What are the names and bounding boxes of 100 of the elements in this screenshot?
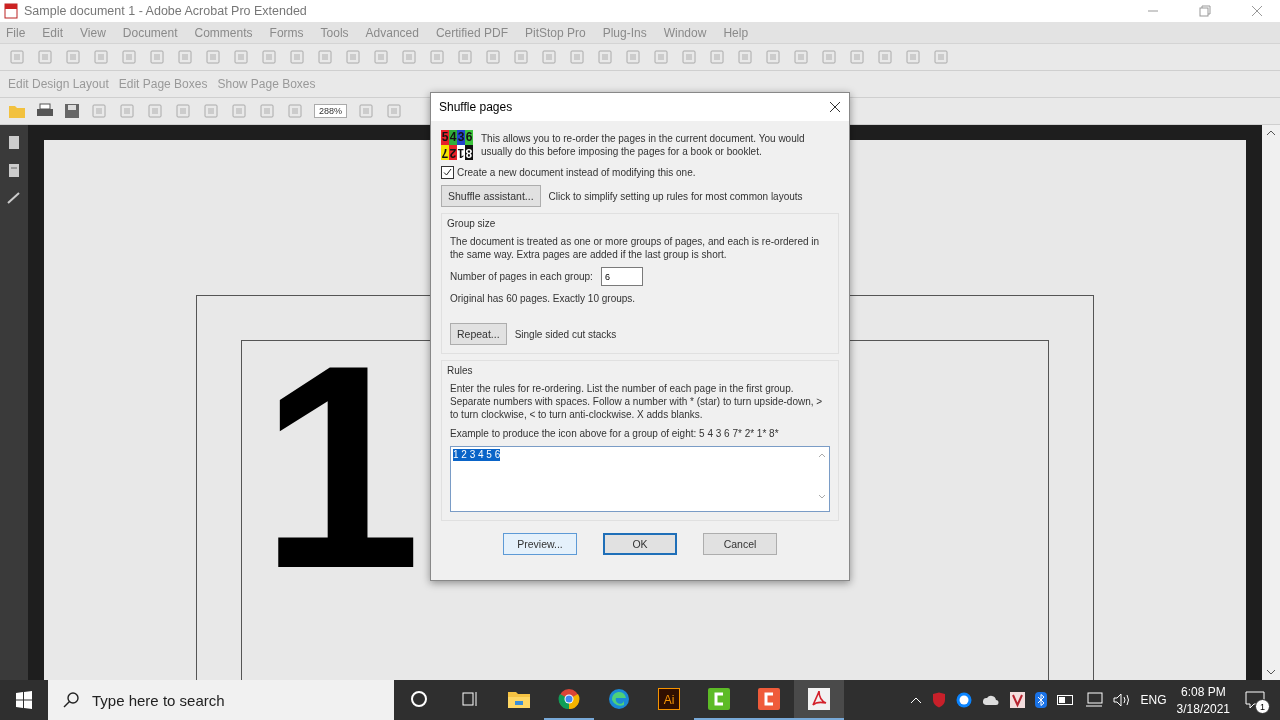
menu-item[interactable]: Document bbox=[122, 25, 178, 40]
shield-icon[interactable] bbox=[931, 692, 946, 708]
task-view-icon[interactable] bbox=[460, 690, 478, 708]
pages-per-group-field[interactable]: 6 bbox=[600, 267, 643, 286]
menu-item[interactable]: Plug-Ins bbox=[602, 25, 647, 40]
bluetooth-icon[interactable] bbox=[1034, 692, 1047, 708]
toolbar-button[interactable]: Show Page Boxes bbox=[217, 77, 316, 91]
toolbar-icon[interactable] bbox=[146, 102, 164, 120]
menu-item[interactable]: File bbox=[6, 25, 26, 40]
signature-icon[interactable] bbox=[7, 191, 21, 205]
toolbar-icon[interactable] bbox=[624, 48, 642, 66]
menu-item[interactable]: Help bbox=[723, 25, 749, 40]
menu-item[interactable]: Advanced bbox=[365, 25, 419, 40]
toolbar-icon[interactable] bbox=[932, 48, 950, 66]
toolbar-icon[interactable] bbox=[484, 48, 502, 66]
save-icon[interactable] bbox=[64, 103, 80, 119]
toolbar-icon[interactable] bbox=[428, 48, 446, 66]
toolbar-icon[interactable] bbox=[820, 48, 838, 66]
dialog-button[interactable]: OK bbox=[603, 533, 677, 555]
scrollbar[interactable] bbox=[1262, 125, 1280, 680]
notification-icon[interactable] bbox=[1245, 691, 1265, 709]
toolbar-icon[interactable] bbox=[176, 48, 194, 66]
toolbar-icon[interactable] bbox=[736, 48, 754, 66]
menu-item[interactable]: Certified PDF bbox=[435, 25, 508, 40]
checkbox[interactable] bbox=[441, 166, 454, 179]
pages-icon[interactable] bbox=[7, 163, 21, 179]
repeat-button[interactable]: Repeat... bbox=[450, 323, 507, 345]
clock[interactable]: 6:08 PM 3/18/2021 bbox=[1176, 684, 1230, 716]
printer-icon[interactable] bbox=[36, 103, 54, 119]
rules-field[interactable]: 1 2 3 4 5 6 bbox=[450, 446, 830, 512]
toolbar-button[interactable]: Edit Page Boxes bbox=[118, 77, 208, 91]
toolbar-icon[interactable] bbox=[764, 48, 782, 66]
toolbar-icon[interactable] bbox=[90, 102, 108, 120]
network-icon[interactable] bbox=[1084, 692, 1103, 708]
menu-item[interactable]: Comments bbox=[194, 25, 253, 40]
vpn-icon[interactable] bbox=[1009, 692, 1025, 708]
toolbar-icon[interactable] bbox=[232, 48, 250, 66]
toolbar-icon[interactable] bbox=[36, 48, 54, 66]
toolbar-icon[interactable] bbox=[202, 102, 220, 120]
menu-item[interactable]: View bbox=[80, 25, 106, 40]
toolbar-icon[interactable] bbox=[258, 102, 276, 120]
zoom-field[interactable]: 288% bbox=[314, 104, 348, 118]
battery-icon[interactable] bbox=[1056, 695, 1075, 705]
toolbar-icon[interactable] bbox=[680, 48, 698, 66]
toolbar-icon[interactable] bbox=[385, 102, 404, 120]
page-number-text: 1 bbox=[260, 321, 422, 611]
toolbar-icon[interactable] bbox=[596, 48, 614, 66]
toolbar-icon[interactable] bbox=[708, 48, 726, 66]
toolbar-icon[interactable] bbox=[286, 102, 304, 120]
toolbar-icon[interactable] bbox=[8, 48, 26, 66]
close-icon[interactable] bbox=[829, 101, 841, 113]
pages-icon[interactable] bbox=[7, 135, 21, 151]
toolbar-icon[interactable] bbox=[288, 48, 306, 66]
toolbar-icon[interactable] bbox=[540, 48, 558, 66]
menu-item[interactable]: Tools bbox=[320, 25, 349, 40]
shuffle-assistant-button[interactable]: Shuffle assistant... bbox=[441, 185, 541, 207]
menu-item[interactable]: PitStop Pro bbox=[524, 25, 586, 40]
speaker-icon[interactable] bbox=[1112, 693, 1131, 707]
taskbar-app-button[interactable] bbox=[794, 680, 844, 720]
toolbar-icon[interactable] bbox=[456, 48, 474, 66]
toolbar-icon[interactable] bbox=[848, 48, 866, 66]
toolbar-icon[interactable] bbox=[568, 48, 586, 66]
scroll-down-icon[interactable] bbox=[1266, 668, 1276, 676]
toolbar-icon[interactable] bbox=[792, 48, 810, 66]
dialog-button[interactable]: Preview... bbox=[503, 533, 577, 555]
toolbar-icon[interactable] bbox=[372, 48, 390, 66]
toolbar-button[interactable]: Edit Design Layout bbox=[8, 77, 109, 91]
dialog-button[interactable]: Cancel bbox=[703, 533, 777, 555]
toolbar-icon[interactable] bbox=[512, 48, 530, 66]
toolbar-icon[interactable] bbox=[652, 48, 670, 66]
toolbar-icon[interactable] bbox=[204, 48, 222, 66]
toolbar-icon[interactable] bbox=[120, 48, 138, 66]
menu-item[interactable]: Edit bbox=[42, 25, 64, 40]
toolbar-icon[interactable] bbox=[904, 48, 922, 66]
menu-item[interactable]: Forms bbox=[269, 25, 304, 40]
search-field[interactable]: Type here to search bbox=[48, 680, 394, 720]
page-digit: 6 bbox=[465, 130, 473, 145]
cortana-icon[interactable] bbox=[410, 690, 428, 708]
toolbar-icon[interactable] bbox=[148, 48, 166, 66]
toolbar-icon[interactable] bbox=[260, 48, 278, 66]
scroll-up-icon[interactable] bbox=[1266, 129, 1276, 137]
toolbar-icon[interactable] bbox=[64, 48, 82, 66]
cloud-icon[interactable] bbox=[981, 694, 1000, 706]
taskbar-app-button[interactable]: Ai bbox=[644, 680, 694, 720]
toolbar-icon[interactable] bbox=[357, 102, 376, 120]
toolbar-icon[interactable] bbox=[118, 102, 136, 120]
toolbar-icon[interactable] bbox=[174, 102, 192, 120]
language-indicator[interactable]: ENG bbox=[1140, 693, 1167, 707]
dialog-title: Shuffle pages bbox=[439, 100, 513, 114]
toolbar-icon[interactable] bbox=[344, 48, 362, 66]
toolbar-icon[interactable] bbox=[876, 48, 894, 66]
toolbar-icon[interactable] bbox=[92, 48, 110, 66]
toolbar-icon[interactable] bbox=[230, 102, 248, 120]
menu-item[interactable]: Window bbox=[663, 25, 707, 40]
chevron-up-icon[interactable] bbox=[909, 696, 922, 704]
page-digit: 7 bbox=[441, 145, 449, 160]
toolbar-icon[interactable] bbox=[400, 48, 418, 66]
toolbar-icon[interactable] bbox=[316, 48, 334, 66]
chat-app-icon[interactable] bbox=[955, 692, 972, 708]
folder-icon[interactable] bbox=[8, 103, 26, 119]
